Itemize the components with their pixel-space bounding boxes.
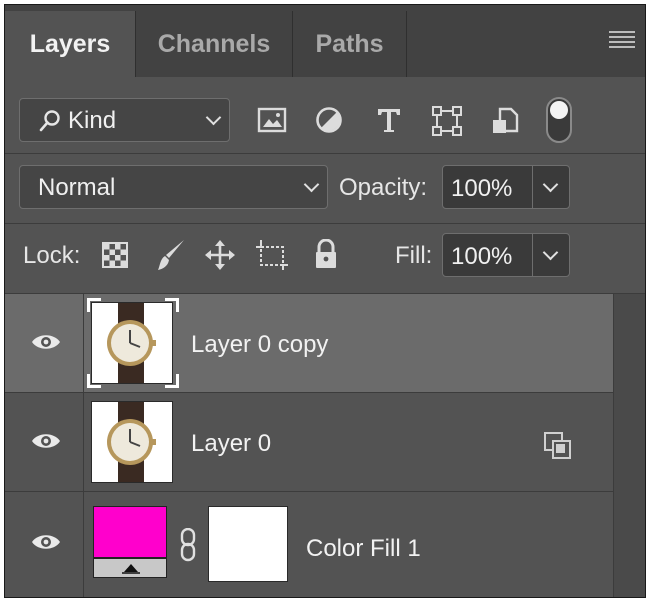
chain-link-icon[interactable] [180,528,198,562]
adjustment-layer-filter-icon[interactable] [315,106,343,134]
fill-label: Fill: [395,242,433,269]
blend-mode-dropdown[interactable]: Normal [19,165,328,209]
filter-kind-label: Kind [68,107,117,134]
panel-tab-bar: Layers Channels Paths [5,5,645,77]
filter-toggle-switch[interactable] [546,97,572,143]
search-icon [39,110,60,132]
layer-mask-thumbnail[interactable] [208,506,288,582]
layer-name[interactable]: Color Fill 1 [306,535,421,563]
blend-mode-value: Normal [38,174,116,201]
opacity-field[interactable]: 100% [442,165,570,209]
lock-all-icon[interactable] [314,239,338,269]
smart-object-badge-icon [544,432,571,459]
filter-kind-dropdown[interactable]: Kind [19,98,230,142]
toggle-knob [550,101,568,119]
chevron-down-icon[interactable] [542,176,559,193]
chevron-down-icon [303,176,320,193]
field-divider [532,166,533,208]
fill-field[interactable]: 100% [442,233,570,277]
opacity-value[interactable]: 100% [451,175,512,203]
visibility-column [5,492,84,597]
shape-layer-filter-icon[interactable] [432,106,462,136]
divider [5,223,645,224]
lock-position-move-icon[interactable] [204,239,236,271]
opacity-label: Opacity: [339,174,428,201]
watch-image [107,303,156,383]
smart-object-filter-icon[interactable] [491,106,519,136]
layer-name[interactable]: Layer 0 copy [191,331,328,359]
field-divider [532,234,533,276]
eye-icon[interactable] [31,332,61,352]
chevron-down-icon[interactable] [542,244,559,261]
triangle-icon [122,564,140,574]
visibility-column [5,393,84,491]
layers-scrollbar[interactable] [613,294,645,597]
lock-label: Lock: [23,242,81,269]
pixel-layer-filter-icon[interactable] [257,107,287,133]
selection-corner [87,374,101,388]
layer-thumbnail[interactable] [91,302,173,384]
eye-icon[interactable] [31,532,61,552]
chevron-down-icon [205,109,222,126]
selection-corner [165,298,179,312]
layer-name[interactable]: Layer 0 [191,430,271,458]
type-layer-filter-icon[interactable] [375,106,403,134]
eye-icon[interactable] [31,431,61,451]
panel-menu-icon[interactable] [609,31,635,49]
lock-transparent-pixels-icon[interactable] [102,242,128,268]
lock-image-pixels-brush-icon[interactable] [156,238,186,272]
layer-row-layer-0[interactable]: Layer 0 [5,393,613,491]
layers-panel: Layers Channels Paths Kind Normal Opacit… [4,4,646,598]
selection-corner [87,298,101,312]
fill-value[interactable]: 100% [451,243,512,271]
watch-image [107,402,156,482]
layer-row-color-fill-1[interactable]: Color Fill 1 [5,492,613,597]
visibility-column [5,294,84,392]
selection-corner [165,374,179,388]
lock-artboard-icon[interactable] [255,239,289,271]
divider [5,153,645,154]
layer-row-layer-0-copy[interactable]: Layer 0 copy [5,294,613,392]
fill-color-swatch[interactable] [93,506,167,578]
tab-layers[interactable]: Layers [5,11,136,77]
tab-channels[interactable]: Channels [136,11,293,77]
layer-thumbnail[interactable] [91,401,173,483]
tab-paths[interactable]: Paths [293,11,407,77]
swatch-footer [94,557,166,577]
